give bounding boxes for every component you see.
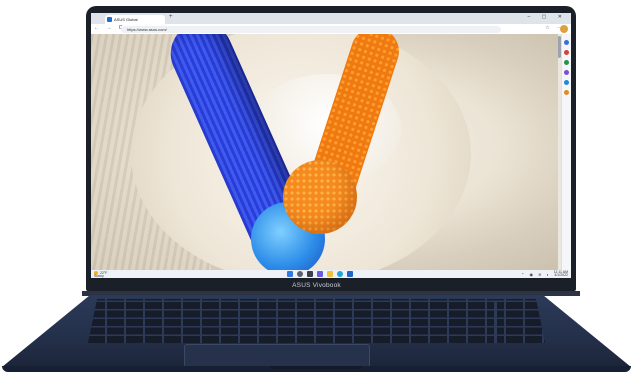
wallpaper-orange-sphere [283,160,357,234]
window-controls[interactable]: – ▢ ✕ [528,14,567,20]
touchpad[interactable] [184,344,370,368]
sidebar-games-icon[interactable] [564,70,569,75]
browser-sidebar [561,34,571,270]
taskbar-icons [287,271,353,277]
weather-desc: Sunny [94,274,104,278]
browser-tab[interactable]: ASUS Global [105,15,165,24]
search-icon[interactable] [297,271,303,277]
taskbar: 22°F Sunny ⌃ ◉ ≋ ◐ 11:11 AM 4/1/2022 [91,270,571,278]
screen: ASUS Global + – ▢ ✕ ← → C ⌂ https://www.… [91,13,571,278]
tray-icons[interactable]: ⌃ ◉ ≋ ◐ [521,272,551,277]
sidebar-tools-icon[interactable] [564,60,569,65]
sidebar-shopping-icon[interactable] [564,50,569,55]
chat-icon[interactable] [317,271,323,277]
asus-favicon-icon [107,17,112,22]
wallpaper [91,34,571,270]
sidebar-search-icon[interactable] [564,40,569,45]
tab-title: ASUS Global [114,17,138,22]
bezel-brand-label: ASUS Vivobook [292,282,341,289]
keyboard-rows [88,299,545,343]
store-icon[interactable] [347,271,353,277]
profile-avatar-icon[interactable] [560,25,568,33]
task-view-icon[interactable] [307,271,313,277]
url-text: https://www.asus.com/ [127,26,167,32]
weather-widget[interactable]: 22°F Sunny [94,271,107,278]
url-field[interactable]: https://www.asus.com/ [121,25,501,33]
lid-notch [270,366,362,369]
system-clock[interactable]: 11:11 AM 4/1/2022 [554,270,568,277]
new-tab-button[interactable]: + [169,14,173,20]
folder-icon[interactable] [327,271,333,277]
edge-icon[interactable] [337,271,343,277]
numpad-separator [494,301,497,343]
clock-date: 4/1/2022 [554,273,568,277]
laptop: ASUS Global + – ▢ ✕ ← → C ⌂ https://www.… [0,0,633,378]
browser-tab-bar: ASUS Global + – ▢ ✕ [91,13,571,24]
sidebar-outlook-icon[interactable] [564,90,569,95]
sidebar-office-icon[interactable] [564,80,569,85]
windows-start-icon[interactable] [287,271,293,277]
